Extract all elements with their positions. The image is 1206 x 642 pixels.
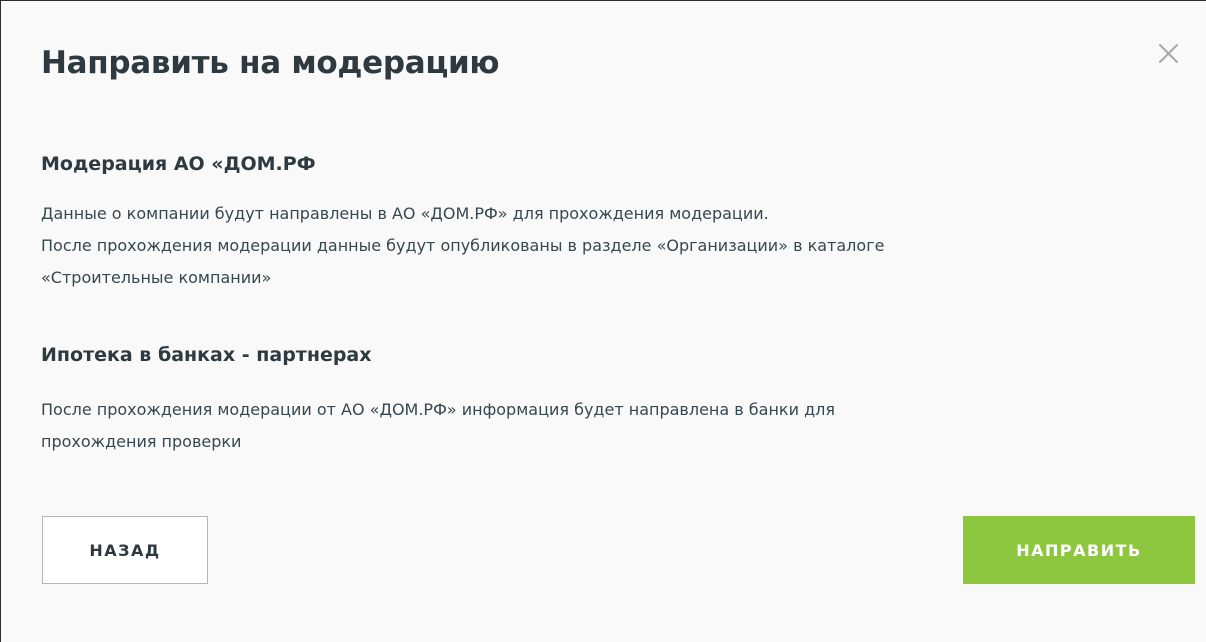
text-line: После прохождения модерации данные будут…	[41, 236, 885, 255]
close-icon	[1159, 44, 1178, 63]
dialog-title: Направить на модерацию	[41, 45, 500, 81]
close-button[interactable]	[1153, 39, 1183, 69]
back-button[interactable]: НАЗАД	[42, 516, 208, 584]
text-line: прохождения проверки	[41, 432, 242, 451]
moderation-dialog: Направить на модерацию Модерация АО «ДОМ…	[0, 0, 1206, 642]
section-text-moderation: Данные о компании будут направлены в АО …	[41, 198, 884, 294]
text-line: Данные о компании будут направлены в АО …	[41, 204, 769, 223]
section-heading-mortgage: Ипотека в банках - партнерах	[41, 344, 372, 366]
section-heading-moderation: Модерация АО «ДОМ.РФ	[41, 153, 316, 175]
send-button[interactable]: НАПРАВИТЬ	[963, 516, 1195, 584]
text-line: После прохождения модерации от АО «ДОМ.Р…	[41, 400, 835, 419]
section-text-mortgage: После прохождения модерации от АО «ДОМ.Р…	[41, 394, 835, 458]
text-line: «Строительные компании»	[41, 268, 272, 287]
